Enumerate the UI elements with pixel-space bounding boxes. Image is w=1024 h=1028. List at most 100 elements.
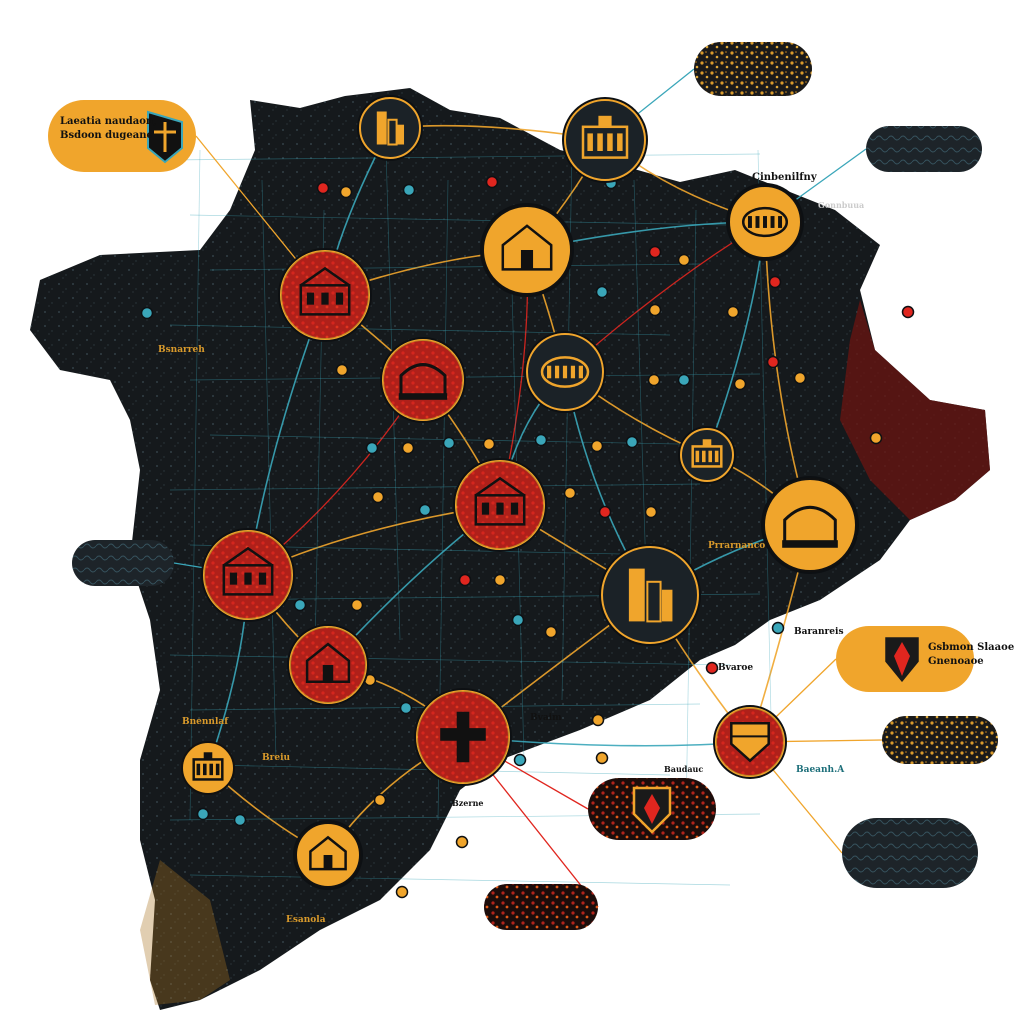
callout-panel[interactable] <box>72 540 174 586</box>
junction-dot <box>595 285 609 299</box>
place-label: Esanola <box>286 915 326 925</box>
junction-dot <box>293 598 307 612</box>
callout-panel[interactable] <box>882 716 998 764</box>
city-medallion[interactable] <box>599 544 701 646</box>
city-medallion[interactable] <box>357 95 423 161</box>
place-label: Prrarnanco <box>708 541 765 551</box>
city-medallion[interactable] <box>278 248 372 342</box>
junction-dot <box>793 371 807 385</box>
callout-panel[interactable]: Laeatia naudaon, Bsdoon dugeane <box>48 100 196 172</box>
junction-dot <box>233 813 247 827</box>
place-label: Bzerne <box>452 798 484 808</box>
junction-dot <box>350 598 364 612</box>
city-medallion[interactable] <box>524 331 606 413</box>
junction-dot <box>442 436 456 450</box>
infographic-map: Laeatia naudaon, Bsdoon dugeane Gsbmon Sla… <box>30 42 1014 1010</box>
junction-dot <box>595 751 609 765</box>
junction-dot <box>395 885 409 899</box>
junction-dot <box>677 253 691 267</box>
junction-dot <box>869 431 883 445</box>
junction-dot <box>901 305 915 319</box>
junction-dot <box>482 437 496 451</box>
place-label: Bsnarreh <box>158 345 205 355</box>
callout-background <box>484 884 598 930</box>
callout-background <box>842 818 978 888</box>
city-medallion[interactable] <box>761 476 859 574</box>
junction-dot <box>534 433 548 447</box>
city-medallion[interactable] <box>181 741 235 795</box>
medallion-disc <box>763 478 857 572</box>
callout-background <box>866 126 982 172</box>
junction-dot <box>768 275 782 289</box>
junction-dot <box>335 363 349 377</box>
junction-dot <box>625 435 639 449</box>
city-medallion[interactable] <box>201 528 295 622</box>
junction-dot <box>511 613 525 627</box>
place-label: Cinbenilfny <box>752 172 818 183</box>
junction-dot <box>485 175 499 189</box>
junction-dot <box>401 441 415 455</box>
junction-dot <box>590 439 604 453</box>
place-label: Breiu <box>262 753 290 763</box>
junction-dot <box>339 185 353 199</box>
callout-panel[interactable] <box>588 778 716 840</box>
junction-dot <box>766 355 780 369</box>
junction-dot <box>371 490 385 504</box>
callout-panel[interactable] <box>694 42 812 96</box>
junction-dot <box>705 661 719 675</box>
callout-background <box>694 42 812 96</box>
junction-dot <box>513 753 527 767</box>
junction-dot <box>140 306 154 320</box>
medallion-texture <box>383 340 463 420</box>
medallion-disc <box>601 546 699 644</box>
city-medallion[interactable] <box>293 820 363 890</box>
city-medallion[interactable] <box>287 624 369 706</box>
place-label: Gonnbuua <box>818 200 864 210</box>
place-label: Bnennlaf <box>182 717 229 727</box>
junction-dot <box>598 505 612 519</box>
place-label: Baranreis <box>794 627 844 637</box>
junction-dot <box>418 503 432 517</box>
medallion-disc <box>181 741 235 795</box>
junction-dot <box>591 713 605 727</box>
junction-dot <box>563 486 577 500</box>
medallion-disc <box>680 428 734 482</box>
city-medallion[interactable] <box>414 688 512 786</box>
place-label: Bvaroe <box>718 663 753 673</box>
junction-dot <box>726 305 740 319</box>
junction-dot <box>455 835 469 849</box>
junction-dot <box>316 181 330 195</box>
junction-dot <box>196 807 210 821</box>
medallion-disc <box>359 97 421 159</box>
junction-dot <box>544 625 558 639</box>
medallion-disc <box>564 99 646 181</box>
city-medallion[interactable] <box>480 203 574 297</box>
callout-panel[interactable]: Gsbmon Slaaoe Gnenoaoe <box>836 626 1014 692</box>
city-medallion[interactable] <box>380 337 466 423</box>
junction-dot <box>373 793 387 807</box>
junction-dot <box>648 245 662 259</box>
place-label: Baudauc <box>664 764 703 774</box>
junction-dot <box>648 303 662 317</box>
map-stage: Laeatia naudaon, Bsdoon dugeane Gsbmon Sla… <box>0 0 1024 1024</box>
place-label: Baeanh.A <box>796 765 845 775</box>
junction-dot <box>493 573 507 587</box>
callout-background <box>72 540 174 586</box>
junction-dot <box>733 377 747 391</box>
callout-panel[interactable] <box>484 884 598 930</box>
junction-dot <box>399 701 413 715</box>
city-medallion[interactable] <box>713 705 787 779</box>
junction-dot <box>458 573 472 587</box>
callout-background <box>882 716 998 764</box>
city-medallion[interactable] <box>726 183 804 261</box>
callout-panel[interactable] <box>842 818 978 888</box>
city-medallion[interactable] <box>562 97 648 183</box>
place-label: Bvaim <box>530 713 562 723</box>
junction-dot <box>647 373 661 387</box>
city-medallion[interactable] <box>678 426 736 484</box>
junction-dot <box>365 441 379 455</box>
callout-panel[interactable] <box>866 126 982 172</box>
junction-dot <box>402 183 416 197</box>
junction-dot <box>677 373 691 387</box>
city-medallion[interactable] <box>453 458 547 552</box>
